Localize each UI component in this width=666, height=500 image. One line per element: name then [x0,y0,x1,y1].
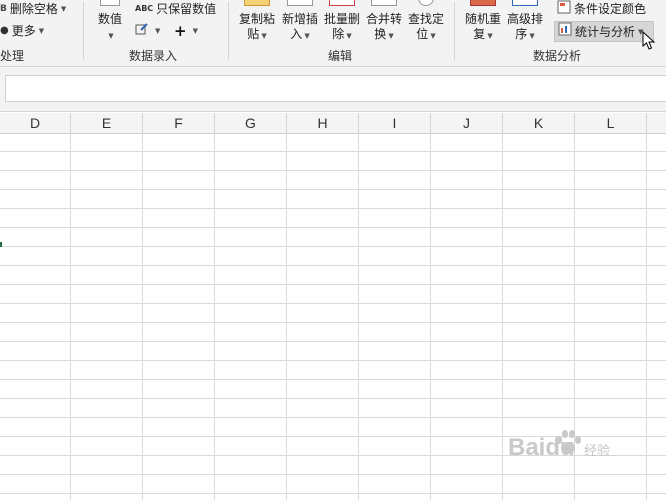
batch-delete-label-2: 除 ▼ [332,27,352,41]
insert-label-2: 入 ▼ [290,27,310,41]
chevron-down-icon: ▼ [192,27,198,35]
stats-icon [558,22,572,41]
grid-hline [0,474,666,475]
abc-icon: ABC [135,4,154,13]
grid-hline [0,208,666,209]
delete-icon [329,0,355,6]
insert-label: 新增插 [281,12,318,26]
merge-label: 合并转 [365,12,402,26]
more-button[interactable]: ● 更多 ▼ [0,22,44,40]
ribbon: B 删除空格 ▼ ● 更多 ▼ 处理 数值 ▼ ABC 只保留数值 ▼ + ▼ … [0,0,666,67]
find-label: 查找定 [407,12,444,26]
sort-label: 高级排 [506,12,543,26]
column-header-d[interactable]: D [0,113,71,134]
group-label-data-entry: 数据录入 [129,49,178,63]
keep-numeric-label: 只保留数值 [156,2,217,16]
grid-hline [0,170,666,171]
column-header-k[interactable]: K [503,113,575,134]
conditional-color-label: 条件设定颜色 [574,2,647,16]
group-divider [228,2,229,60]
baidu-watermark: Baidu 经验 [508,430,636,472]
column-header-j[interactable]: J [431,113,503,134]
chevron-down-icon: ▼ [60,5,67,13]
add-button[interactable]: + ▼ [174,22,198,40]
paw-icon [556,430,581,454]
chevron-down-icon: ▼ [155,27,161,35]
column-header-i[interactable]: I [359,113,431,134]
clipboard-icon [244,0,270,6]
delete-spaces-label: 删除空格 [9,2,58,16]
random-icon [470,0,496,6]
column-header-f[interactable]: F [143,113,215,134]
grid-hline [0,265,666,266]
numeric-caret: ▼ [108,32,114,40]
numeric-label: 数值 [97,12,122,26]
column-header-l[interactable]: L [575,113,647,134]
conditional-color-icon [557,0,571,19]
grid-hline [0,398,666,399]
grid-hline [0,322,666,323]
find-label-2: 位 ▼ [416,27,436,41]
grid-hline [0,284,666,285]
column-header-h[interactable]: H [287,113,359,134]
numeric-icon [100,0,120,6]
delete-spaces-icon: B [0,4,7,14]
plus-icon: + [174,22,187,40]
stats-analysis-label: 统计与分析 [575,24,636,39]
group-label-edit: 编辑 [328,49,353,63]
grid-hline [0,246,666,247]
pencil-table-icon [135,22,149,41]
batch-delete-label: 批量删 [323,12,360,26]
group-label-analysis: 数据分析 [533,49,582,63]
more-label: 更多 [11,24,36,38]
random-label-2: 复 ▼ [473,27,493,41]
group-label-processing: 处理 [0,49,25,63]
grid-hline [0,417,666,418]
merge-label-2: 换 ▼ [374,27,394,41]
sort-label-2: 序 ▼ [515,27,535,41]
grid-hline [0,227,666,228]
grid-hline [0,151,666,152]
group-divider [83,2,84,60]
insert-icon [287,0,313,6]
delete-spaces-button[interactable]: B 删除空格 ▼ [0,0,66,18]
conditional-color-button[interactable]: 条件设定颜色 [557,0,646,18]
column-header-e[interactable]: E [71,113,143,134]
chevron-down-icon: ▼ [38,27,45,35]
grid-hline [0,303,666,304]
copy-paste-label: 复制粘 [238,12,275,26]
edit-format-button[interactable]: ▼ [135,22,160,40]
column-header-g[interactable]: G [215,113,287,134]
grid-hline [0,379,666,380]
random-label: 随机重 [464,12,501,26]
keep-numeric-button[interactable]: ABC 只保留数值 [135,0,216,18]
mouse-cursor-icon [642,31,656,50]
column-header-row: D E F G H I J K L [0,113,666,134]
copy-paste-label-2: 贴 ▼ [247,27,267,41]
sort-icon [512,0,538,6]
grid-hline [0,341,666,342]
watermark-sub: 经验 [584,444,611,459]
magnifier-icon [418,0,434,6]
formula-bar-area [0,67,666,112]
merge-icon [371,0,397,6]
grid-hline [0,493,666,494]
selection-edge [0,242,2,247]
formula-input[interactable] [5,75,666,102]
more-icon: ● [0,25,9,36]
grid-hline [0,189,666,190]
group-divider [454,2,455,60]
grid-hline [0,360,666,361]
stats-analysis-button[interactable]: 统计与分析 ▼ [554,21,654,42]
